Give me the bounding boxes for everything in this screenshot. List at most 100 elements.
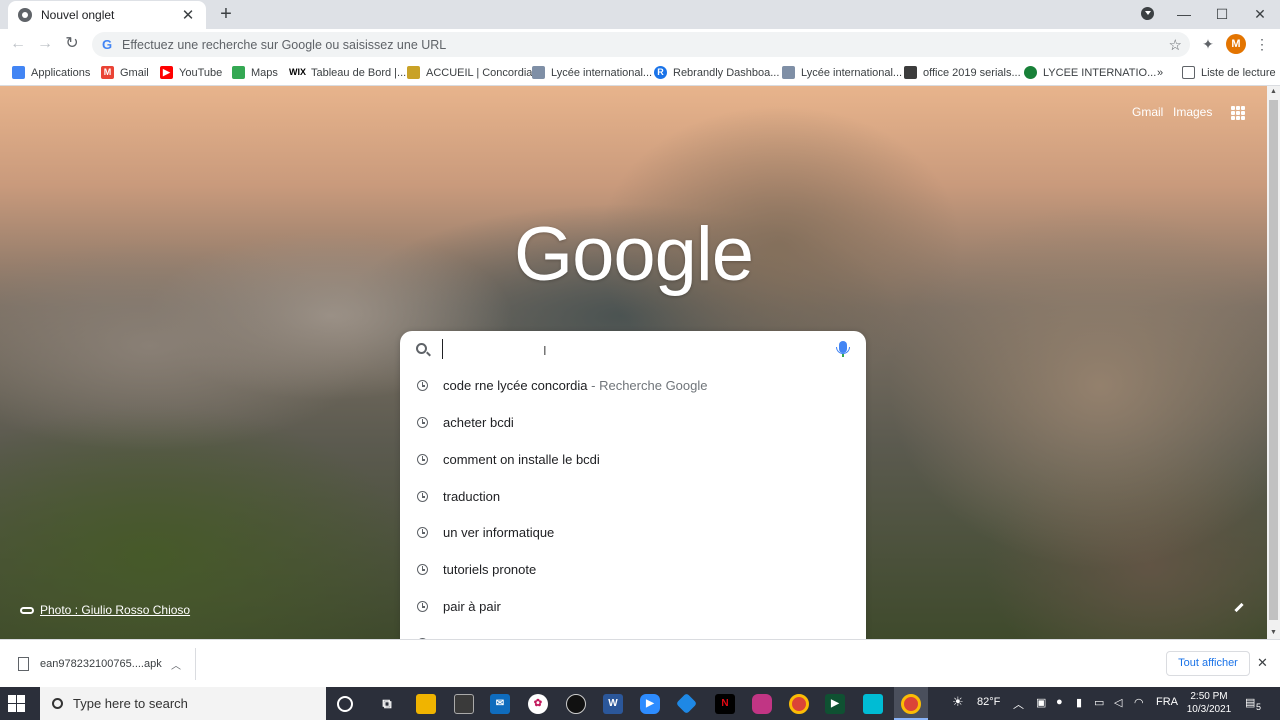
netflix-icon[interactable]: N	[715, 694, 735, 714]
history-clock-icon	[417, 601, 428, 612]
battery-icon[interactable]: ▭	[1094, 696, 1104, 709]
suggestion-item[interactable]: traduction	[400, 478, 866, 514]
tray-app-icon[interactable]: ▣	[1036, 696, 1046, 709]
extensions-icon[interactable]: ✦	[1199, 35, 1217, 53]
reading-list-button[interactable]: Liste de lecture	[1182, 64, 1276, 81]
tab-search-icon[interactable]	[1141, 7, 1154, 20]
maps-icon	[232, 66, 245, 79]
suggestion-item[interactable]: pair à pair	[400, 588, 866, 624]
suggestion-item[interactable]: un ver informatique	[400, 514, 866, 550]
show-all-downloads-button[interactable]: Tout afficher	[1166, 651, 1250, 676]
taskbar-clock[interactable]: 2:50 PM 10/3/2021	[1184, 690, 1234, 716]
wix-icon: WIX	[289, 66, 306, 79]
bookmark-lycee-internatio[interactable]: LYCEE INTERNATIO...	[1024, 64, 1156, 81]
history-clock-icon	[417, 417, 428, 428]
suggestion-text: tutoriels pronote	[443, 562, 537, 577]
suggestion-item[interactable]: code rne lycée concordia - Recherche Goo…	[400, 367, 866, 403]
bookmark-star-icon[interactable]: ☆	[1169, 36, 1182, 54]
wifi-icon[interactable]: ◠	[1134, 696, 1144, 709]
suggestion-item[interactable]: comment on installe le bcdi	[400, 441, 866, 477]
obs-icon[interactable]	[566, 694, 586, 714]
bookmark-office-2019[interactable]: office 2019 serials...	[904, 64, 1021, 81]
maximize-button[interactable]: ☐	[1207, 3, 1237, 25]
customize-pencil-icon[interactable]	[1234, 602, 1244, 613]
back-button[interactable]: ←	[8, 34, 28, 54]
file-icon	[18, 657, 29, 671]
page-scrollbar[interactable]: ▲ ▼	[1267, 86, 1280, 639]
forward-button[interactable]: →	[35, 34, 55, 54]
download-filename: ean978232100765....apk	[40, 658, 162, 670]
cortana-icon[interactable]	[337, 696, 353, 712]
volume-icon[interactable]: ◁	[1114, 696, 1122, 709]
scrollbar-thumb[interactable]	[1269, 100, 1278, 620]
app-diamond-icon[interactable]	[675, 692, 698, 715]
instagram-icon[interactable]	[752, 694, 772, 714]
close-tab-icon[interactable]: ✕	[180, 6, 196, 24]
word-icon[interactable]: W	[603, 694, 623, 714]
bookmark-tableau-de-bord[interactable]: WIX Tableau de Bord |...	[289, 64, 406, 81]
file-explorer-icon[interactable]	[416, 694, 436, 714]
download-item[interactable]: ean978232100765....apk ︿	[10, 648, 196, 680]
app-icon[interactable]: ✿	[528, 694, 548, 714]
history-clock-icon	[417, 491, 428, 502]
gmail-icon: M	[101, 66, 114, 79]
bookmark-lycee-international-1[interactable]: Lycée international...	[532, 64, 652, 81]
photo-credit-text: Photo : Giulio Rosso Chioso	[40, 603, 191, 617]
link-icon	[20, 606, 34, 614]
tray-antivirus-icon[interactable]: ●	[1056, 696, 1063, 708]
bookmark-rebrandly[interactable]: R Rebrandly Dashboa...	[654, 64, 779, 81]
new-tab-button[interactable]: +	[216, 4, 236, 24]
store-icon[interactable]	[454, 694, 474, 714]
close-window-button[interactable]: ✕	[1245, 3, 1275, 25]
bookmark-youtube[interactable]: ▶ YouTube	[160, 64, 222, 81]
suggestion-item-partial[interactable]	[400, 625, 866, 639]
app-terminal-icon[interactable]: ▶	[825, 694, 845, 714]
weather-temperature[interactable]: 82°F	[977, 696, 1000, 708]
suggestion-item[interactable]: acheter bcdi	[400, 404, 866, 440]
search-box: I code rne lycée concordia - Recherche G…	[400, 331, 866, 639]
lycee-green-icon	[1024, 66, 1037, 79]
scroll-down-arrow-icon[interactable]: ▼	[1267, 627, 1280, 639]
suggestion-text: un ver informatique	[443, 525, 555, 540]
google-apps-icon[interactable]	[1231, 106, 1245, 120]
chrome-profile-icon[interactable]	[901, 694, 921, 714]
photo-credit-link[interactable]: Photo : Giulio Rosso Chioso	[20, 603, 190, 617]
tray-microphone-icon[interactable]: ▮	[1076, 696, 1082, 709]
notifications-icon[interactable]: ▤	[1245, 696, 1255, 709]
images-link[interactable]: Images	[1173, 105, 1212, 119]
scroll-up-arrow-icon[interactable]: ▲	[1267, 86, 1280, 98]
tab-title: Nouvel onglet	[41, 8, 115, 22]
windows-start-icon[interactable]	[8, 695, 25, 712]
tray-chevron-up-icon[interactable]: ︿	[1013, 696, 1024, 712]
suggestion-suffix: - Recherche Google	[587, 378, 708, 393]
app-stack-icon[interactable]	[863, 694, 883, 714]
weather-icon[interactable]: ☀	[952, 694, 964, 710]
bookmark-accueil-concordia[interactable]: ACCUEIL | Concordia	[407, 64, 532, 81]
mail-icon[interactable]: ✉	[490, 694, 510, 714]
tab-new-tab[interactable]: Nouvel onglet ✕	[8, 1, 206, 29]
minimize-button[interactable]: —	[1169, 3, 1199, 25]
search-input[interactable]	[442, 339, 822, 359]
suggestion-item[interactable]: tutoriels pronote	[400, 551, 866, 587]
search-icon	[416, 343, 427, 354]
taskbar-search[interactable]: Type here to search	[40, 687, 326, 720]
new-tab-page: Gmail Images Google I code rne lycée con…	[0, 86, 1267, 639]
omnibox[interactable]: G Effectuez une recherche sur Google ou …	[92, 32, 1190, 57]
history-clock-icon	[417, 380, 428, 391]
zoom-icon[interactable]: ▶	[640, 694, 660, 714]
reload-button[interactable]: ↻	[62, 34, 82, 54]
gmail-link[interactable]: Gmail	[1132, 105, 1163, 119]
bookmark-gmail[interactable]: M Gmail	[101, 64, 149, 81]
bookmark-applications[interactable]: Applications	[12, 64, 90, 81]
bookmark-maps[interactable]: Maps	[232, 64, 278, 81]
language-indicator[interactable]: FRA	[1156, 696, 1178, 708]
bookmarks-overflow-chevron-icon[interactable]: »	[1157, 64, 1163, 81]
microphone-icon[interactable]	[836, 341, 850, 357]
task-view-icon[interactable]: ⧉	[377, 694, 397, 714]
bookmark-lycee-international-2[interactable]: Lycée international...	[782, 64, 902, 81]
close-download-bar-icon[interactable]: ✕	[1257, 655, 1268, 671]
chevron-up-icon[interactable]: ︿	[171, 657, 181, 672]
chrome-icon[interactable]	[789, 694, 809, 714]
more-menu-icon[interactable]: ⋮	[1253, 35, 1271, 53]
profile-avatar[interactable]: M	[1226, 34, 1246, 54]
